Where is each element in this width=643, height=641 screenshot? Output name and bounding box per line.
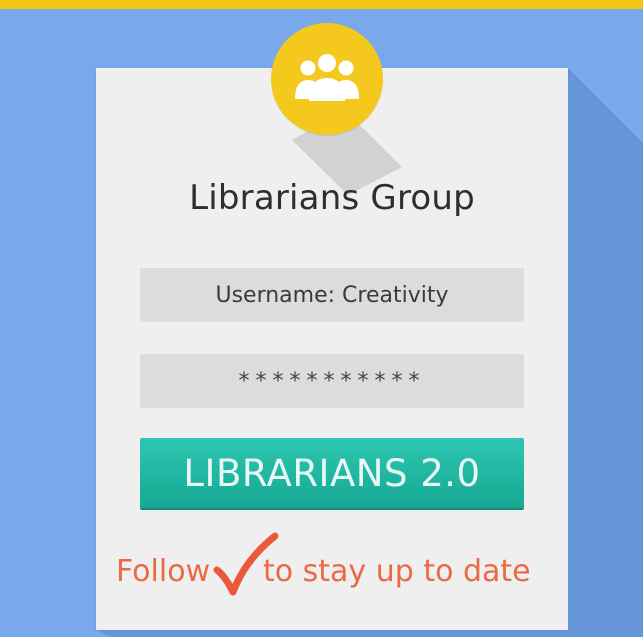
bottom-edge: [0, 637, 643, 641]
group-icon: [295, 54, 359, 101]
follow-text: Follow: [116, 554, 211, 589]
username-field[interactable]: Username: Creativity: [140, 268, 524, 322]
app-frame: Librarians Group Username: Creativity **…: [0, 0, 643, 641]
group-badge: [271, 23, 383, 135]
login-card: [96, 68, 568, 630]
librarians-button[interactable]: LIBRARIANS 2.0: [140, 438, 524, 508]
stay-up-to-date-text: to stay up to date: [263, 554, 531, 589]
follow-line: Follow to stay up to date: [96, 532, 568, 604]
page-title: Librarians Group: [189, 178, 475, 218]
password-field[interactable]: ***********: [140, 354, 524, 408]
top-accent-stripe: [0, 0, 643, 9]
